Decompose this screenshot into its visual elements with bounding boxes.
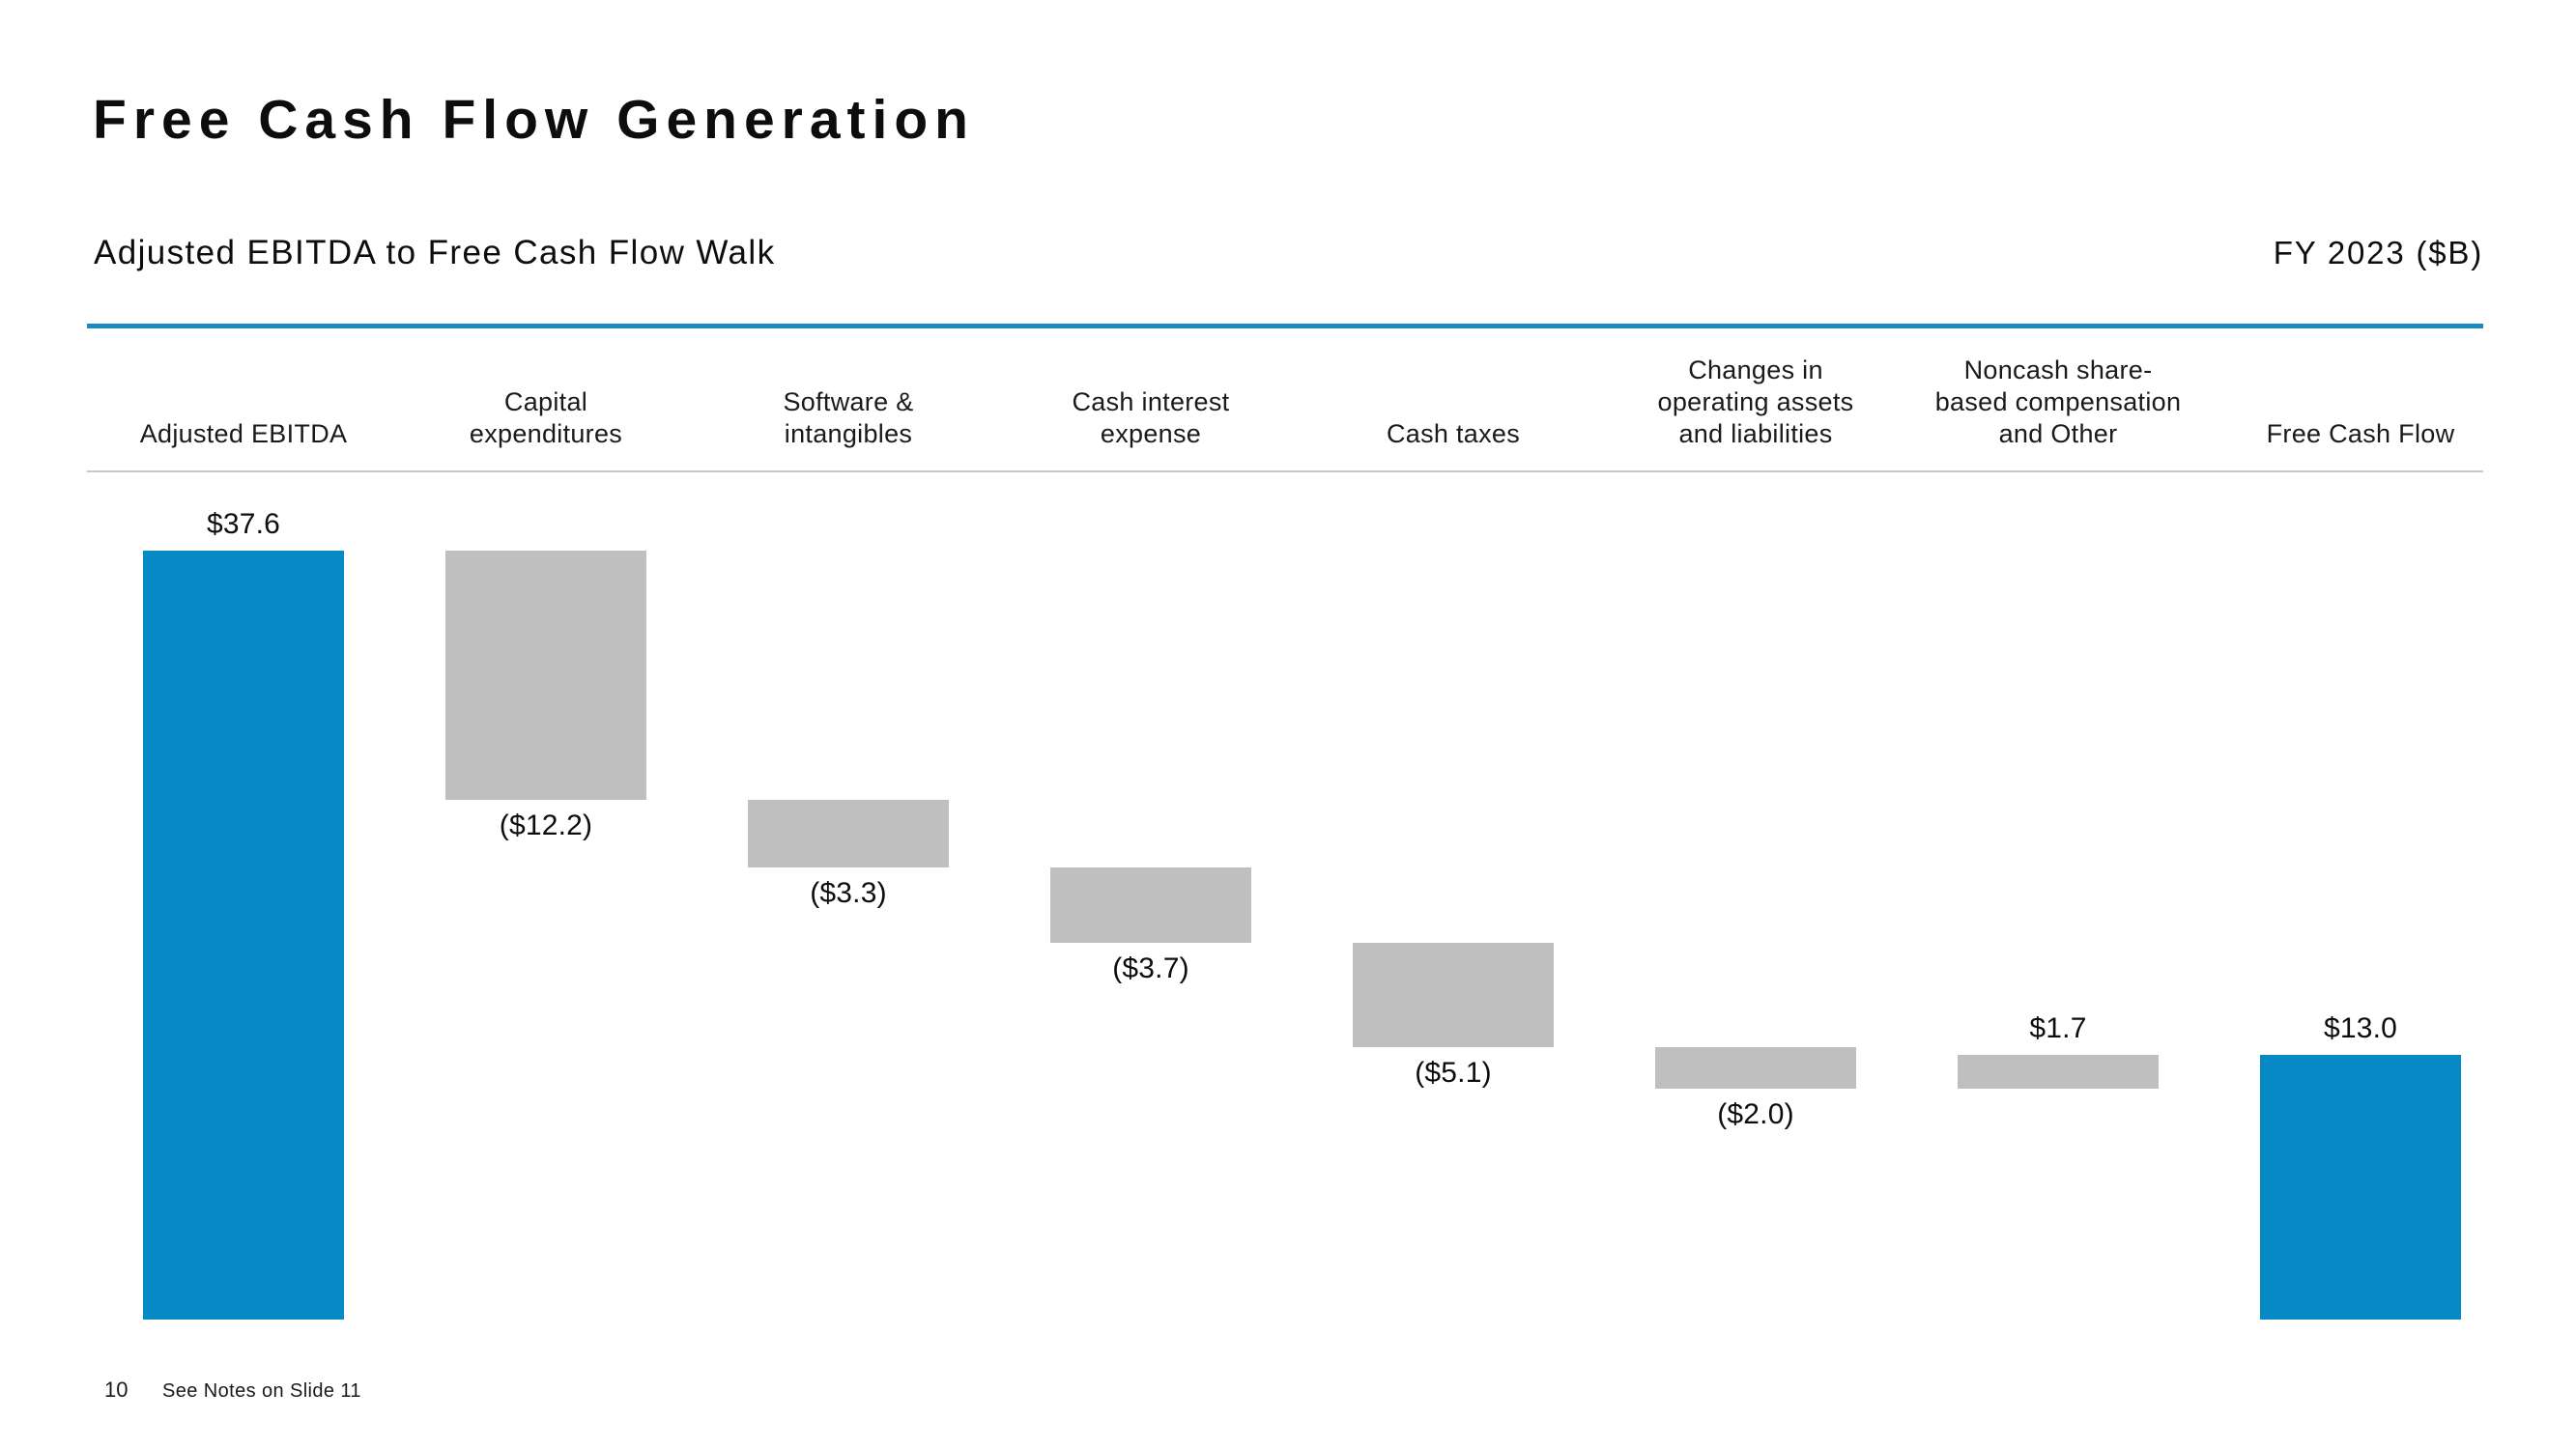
bar-value-label: $37.6 xyxy=(206,508,281,540)
waterfall-bar xyxy=(1958,1055,2159,1089)
bar-value-label: ($2.0) xyxy=(1717,1098,1794,1130)
waterfall-bar xyxy=(748,800,949,867)
bar-value-label: $1.7 xyxy=(2029,1012,2087,1044)
waterfall-bar xyxy=(2260,1055,2461,1320)
waterfall-bar xyxy=(1655,1047,1856,1089)
bar-value-label: $13.0 xyxy=(2323,1012,2398,1044)
bar-value-label: ($3.7) xyxy=(1112,952,1189,984)
waterfall-bar xyxy=(1353,943,1554,1047)
footnote: See Notes on Slide 11 xyxy=(162,1380,361,1402)
waterfall-bar xyxy=(445,551,646,800)
bar-value-label: ($12.2) xyxy=(499,810,593,841)
bar-value-label: ($3.3) xyxy=(810,877,887,909)
page-number: 10 xyxy=(104,1378,129,1402)
bar-value-label: ($5.1) xyxy=(1415,1057,1492,1089)
slide: Free Cash Flow Generation Adjusted EBITD… xyxy=(0,0,2576,1449)
waterfall-bar xyxy=(1050,867,1251,943)
waterfall-chart: $37.6 ($12.2) ($3.3) ($3.7) ($5.1) ($2.0) $1.7… xyxy=(0,0,2576,1449)
waterfall-bar xyxy=(143,551,344,1320)
